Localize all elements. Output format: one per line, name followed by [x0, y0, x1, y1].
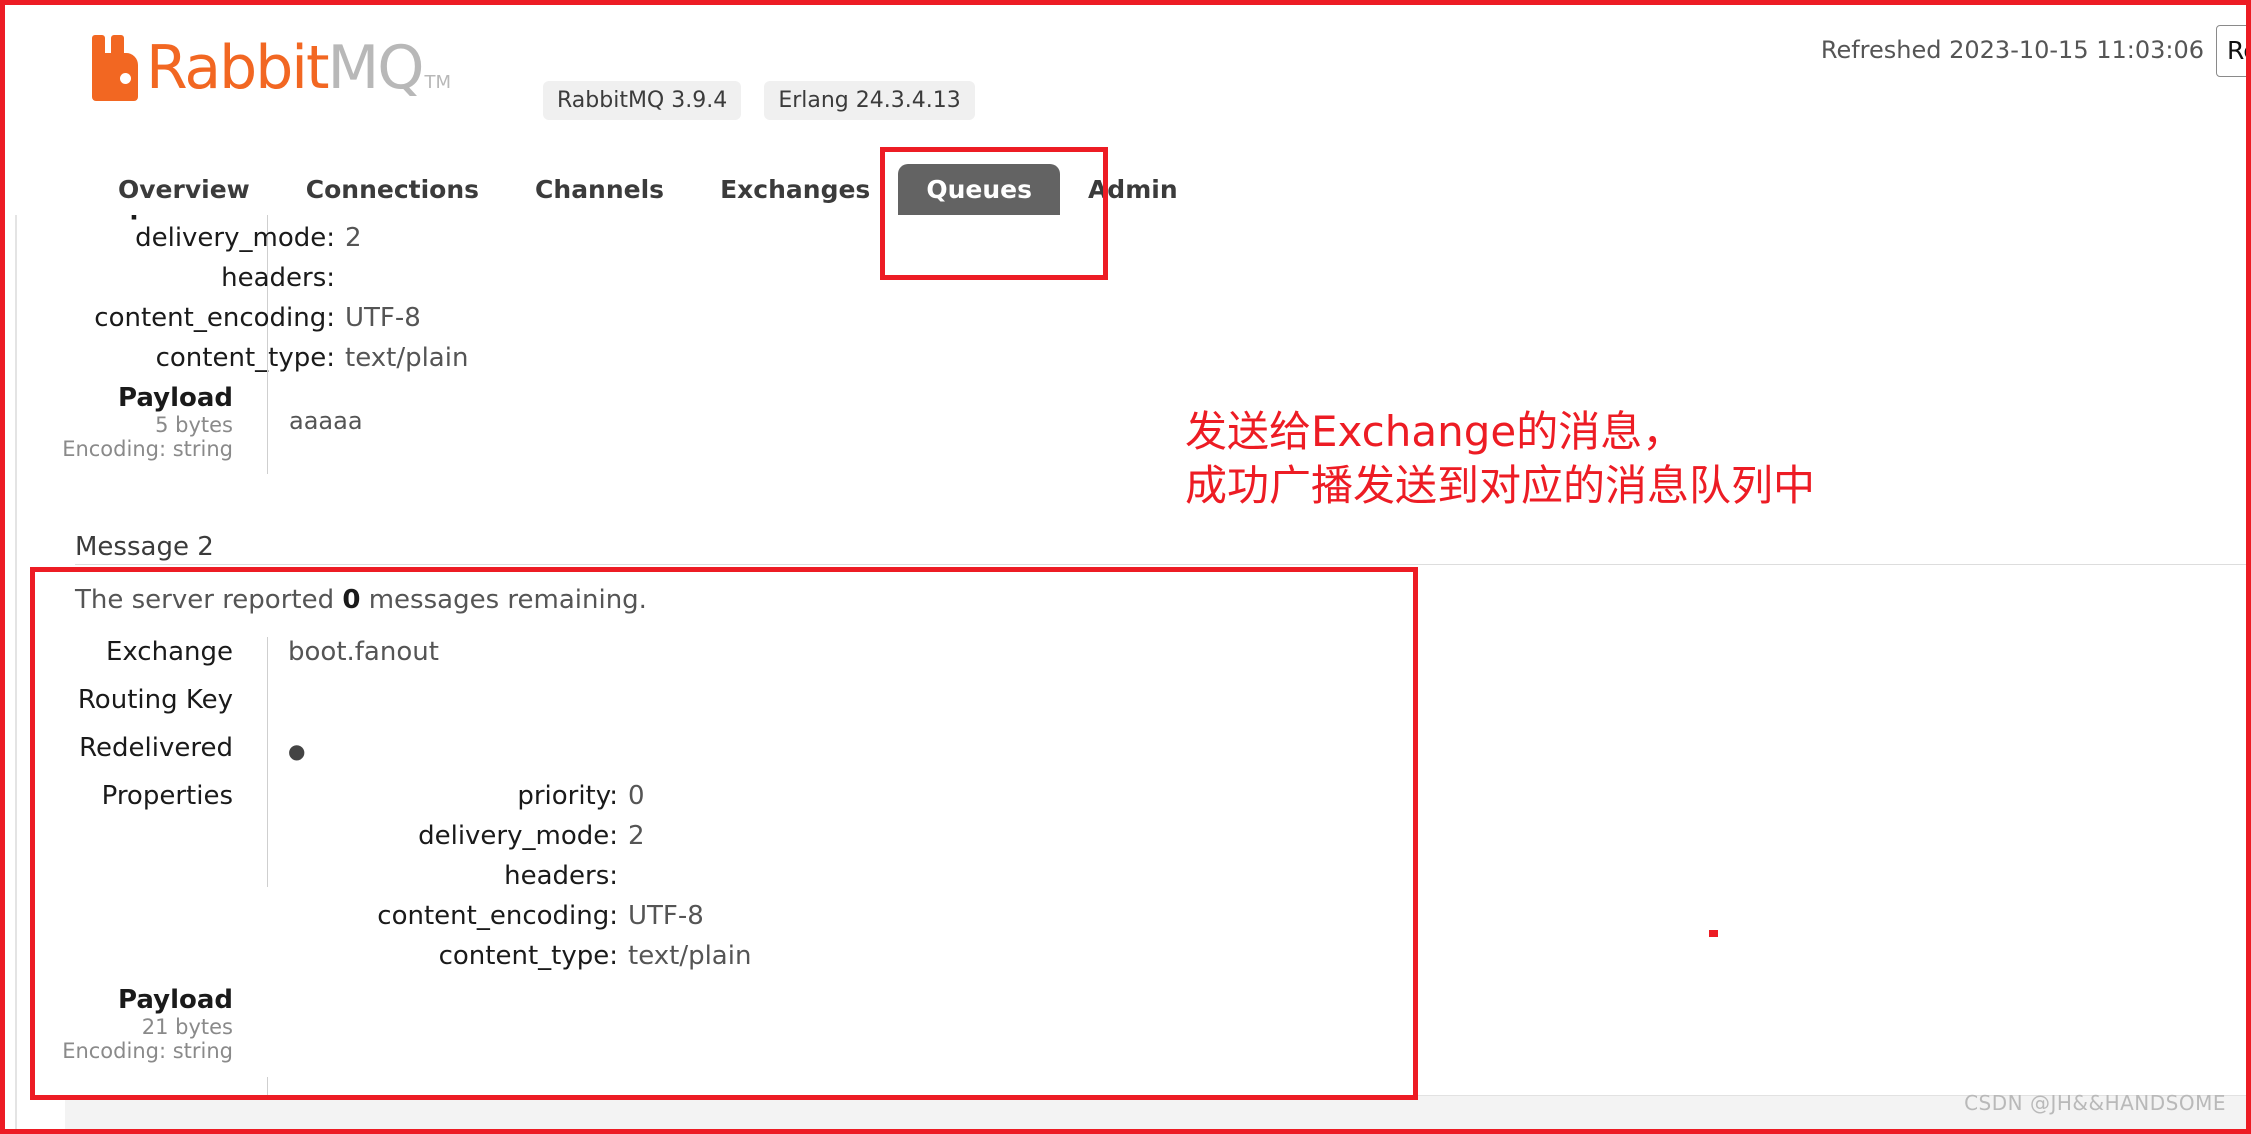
property-value: text/plain — [628, 941, 752, 971]
property-key: delivery_mode: — [135, 223, 335, 253]
message-2-payload-row: Payload 21 bytes Encoding: string 哈哈哈哈哈哈… — [5, 985, 255, 1063]
message-2-payload-bytes: 21 bytes — [141, 1015, 233, 1039]
chinese-annotation-line-1: 发送给Exchange的消息， — [1185, 407, 1685, 456]
watermark-text: CSDN @JH&&HANDSOME — [1964, 1091, 2226, 1115]
routing-key-label: Routing Key — [77, 685, 233, 715]
logo-trademark: TM — [424, 72, 452, 93]
property-row: delivery_mode: 2 — [5, 223, 705, 253]
property-value: text/plain — [345, 343, 469, 373]
property-key: delivery_mode: — [418, 821, 618, 851]
logo-text-rabbit: Rabbit — [146, 33, 330, 103]
routing-key-row: Routing Key — [5, 685, 751, 715]
message-2-payload-encoding: Encoding: string — [62, 1039, 233, 1063]
redelivered-label: Redelivered — [79, 733, 233, 763]
exchange-label: Exchange — [105, 637, 233, 667]
server-report-suffix: messages remaining. — [360, 585, 647, 615]
chinese-annotation-line-2: 成功广播发送到对应的消息队列中 — [1185, 460, 1816, 510]
tab-channels[interactable]: Channels — [507, 164, 692, 215]
server-report-prefix: The server reported — [75, 585, 343, 615]
property-key: priority: — [517, 781, 618, 811]
property-row: headers: — [5, 263, 705, 293]
chinese-annotation-text: 发送给Exchange的消息， 成功广播发送到对应的消息队列中 — [1185, 405, 1815, 513]
property-key: content_type: — [438, 941, 618, 971]
property-value: UTF-8 — [628, 901, 704, 931]
logo-text-mq: MQ — [327, 33, 425, 103]
property-row: content_encoding: UTF-8 — [5, 303, 705, 333]
property-key: content_encoding: — [94, 303, 335, 333]
message-1-payload-bytes: 5 bytes — [155, 413, 233, 437]
erlang-version-pill: Erlang 24.3.4.13 — [764, 81, 975, 120]
property-row: delivery_mode: 2 — [288, 821, 751, 851]
message-2-heading: Message 2 — [75, 532, 214, 562]
property-key: headers: — [504, 861, 618, 891]
tab-exchanges[interactable]: Exchanges — [692, 164, 898, 215]
property-key: content_type: — [155, 343, 335, 373]
version-pills: RabbitMQ 3.9.4 Erlang 24.3.4.13 — [525, 81, 975, 120]
refresh-interval-select[interactable]: Refresh every 5 seconds — [2216, 25, 2246, 77]
property-row: content_encoding: UTF-8 — [288, 901, 751, 931]
message-1-payload-encoding: Encoding: string — [62, 437, 233, 461]
property-row: headers: — [288, 861, 751, 891]
rabbitmq-logo[interactable]: Rabbit MQ TM — [90, 35, 451, 101]
redelivered-row: Redelivered ● — [5, 733, 751, 763]
message-2-properties-list: priority: 0 delivery_mode: 2 headers: co… — [268, 781, 751, 981]
property-row: content_type: text/plain — [288, 941, 752, 971]
message-1-payload-value: aaaaa — [289, 407, 363, 435]
property-value: 2 — [345, 223, 362, 253]
property-row: priority: 0 — [288, 781, 751, 811]
message-1-payload-row: Payload 5 bytes Encoding: string aaaaa — [5, 383, 905, 461]
tab-queues[interactable]: Queues — [898, 164, 1060, 215]
main-navigation: Overview Connections Channels Exchanges … — [5, 157, 2246, 215]
server-report-count: 0 — [342, 585, 361, 615]
red-dot-marker — [1709, 930, 1718, 937]
refreshed-label: Refreshed 2023-10-15 11:03:06 — [1820, 35, 2205, 64]
exchange-row: Exchange boot.fanout — [5, 637, 751, 667]
rabbitmq-version-pill: RabbitMQ 3.9.4 — [543, 81, 742, 120]
message-2-rule — [75, 564, 2246, 565]
tab-admin[interactable]: Admin — [1060, 164, 1206, 215]
tab-overview[interactable]: Overview — [90, 164, 278, 215]
properties-row: Properties priority: 0 delivery_mode: 2 — [5, 781, 752, 981]
property-key: content_encoding: — [377, 901, 618, 931]
app-header: Rabbit MQ TM RabbitMQ 3.9.4 Erlang 24.3.… — [5, 5, 2246, 165]
property-value: 0 — [628, 781, 645, 811]
tab-connections[interactable]: Connections — [278, 164, 507, 215]
bottom-bar — [65, 1095, 2246, 1129]
redelivered-value: ● — [288, 739, 306, 763]
virtual-host-row: Virtual host All — [1821, 81, 2246, 133]
message-2-fields: Exchange boot.fanout Routing Key Redeliv… — [5, 637, 752, 981]
rabbit-head-icon — [90, 35, 142, 101]
message-2-properties-label: Properties — [101, 781, 233, 811]
property-value: UTF-8 — [345, 303, 421, 333]
message-2-payload-label: Payload — [118, 985, 233, 1015]
exchange-value: boot.fanout — [288, 637, 439, 667]
message-1-payload-label: Payload — [118, 383, 233, 413]
server-report-line: The server reported 0 messages remaining… — [75, 585, 647, 615]
refresh-row: Refreshed 2023-10-15 11:03:06 Refresh ev… — [1821, 25, 2246, 77]
property-value: 2 — [628, 821, 645, 851]
browser-viewport: Properties priority: 0 delivery_mode: 2 … — [5, 5, 2246, 1129]
property-key: headers: — [221, 263, 335, 293]
property-row: content_type: text/plain — [5, 343, 705, 373]
screenshot-frame: Properties priority: 0 delivery_mode: 2 … — [0, 0, 2251, 1134]
